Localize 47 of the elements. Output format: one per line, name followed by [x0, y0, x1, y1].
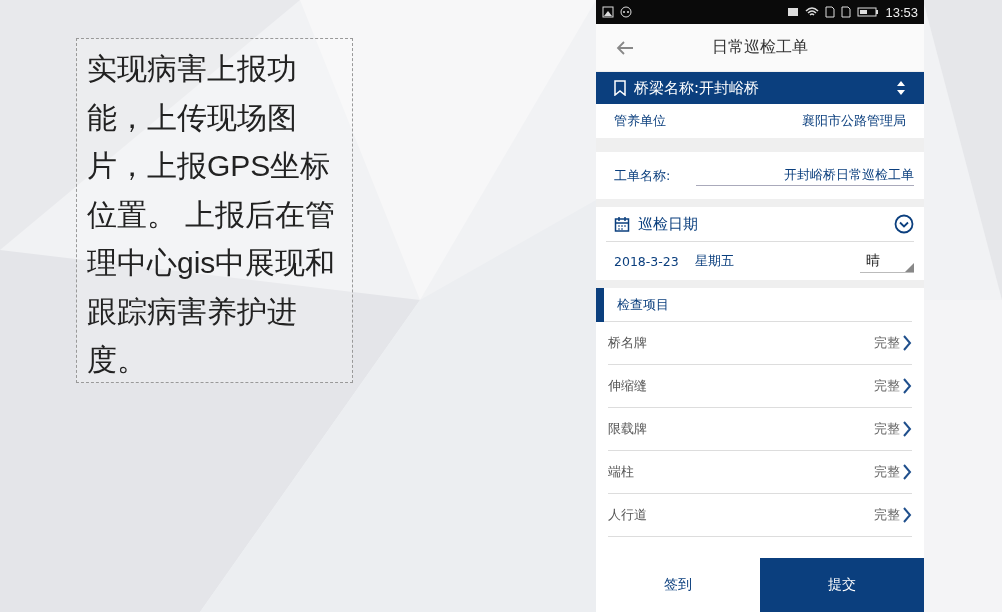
description-text: 实现病害上报功能，上传现场图片，上报GPS坐标位置。 上报后在管理中心gis中展现和跟踪病害养护进度。	[76, 38, 353, 383]
wifi-icon	[805, 6, 820, 18]
item-status: 完整	[874, 377, 900, 395]
field-label: 管养单位	[614, 112, 666, 130]
bridge-name: 桥梁名称:开封峪桥	[634, 78, 761, 98]
item-name: 桥名牌	[608, 334, 647, 352]
notification-icon	[620, 6, 632, 18]
input-field[interactable]: 开封峪桥日常巡检工单	[696, 165, 914, 186]
list-item[interactable]: 限载牌 完整	[608, 408, 912, 451]
date-text: 2018-3-23	[614, 253, 679, 269]
item-name: 伸缩缝	[608, 377, 647, 395]
item-status: 完整	[874, 334, 900, 352]
item-name: 人行道	[608, 506, 647, 524]
item-name: 限载牌	[608, 420, 647, 438]
weekday-text: 星期五	[694, 252, 734, 270]
list-item[interactable]: 人行道 完整	[608, 494, 912, 537]
bookmark-icon	[614, 80, 626, 96]
image-icon	[602, 6, 614, 18]
bridge-selector[interactable]: 桥梁名称:开封峪桥	[596, 72, 924, 104]
action-button[interactable]: 提交	[760, 558, 924, 612]
clock-time: 13:53	[885, 4, 918, 20]
sort-arrows-icon	[896, 80, 906, 96]
item-status: 完整	[874, 506, 900, 524]
sim-icon	[825, 6, 836, 18]
chevron-right-icon	[902, 420, 912, 438]
item-name: 端柱	[608, 463, 634, 481]
section-title: 检查项目	[617, 295, 669, 314]
chevron-right-icon	[902, 377, 912, 395]
field-value: 襄阳市公路管理局	[802, 112, 906, 130]
list-item[interactable]: 桥名牌 完整	[608, 322, 912, 365]
chevron-right-icon	[902, 334, 912, 352]
item-status: 完整	[874, 463, 900, 481]
chevron-right-icon	[902, 506, 912, 524]
dropdown-triangle-icon	[905, 263, 914, 272]
list-item[interactable]: 端柱 完整	[608, 451, 912, 494]
field-label: 工单名称:	[614, 166, 671, 185]
chevron-circle-icon[interactable]	[894, 214, 914, 234]
calendar-icon	[614, 216, 630, 232]
accent-bar	[596, 287, 604, 322]
sim-icon	[841, 6, 852, 18]
back-arrow-icon[interactable]	[616, 40, 634, 55]
screen-title: 日常巡检工单	[711, 37, 809, 58]
section-title: 巡检日期	[638, 214, 699, 234]
chevron-right-icon	[902, 463, 912, 481]
list-item[interactable]: 伸缩缝 完整	[608, 365, 912, 408]
item-status: 完整	[874, 420, 900, 438]
battery-icon	[857, 6, 880, 18]
